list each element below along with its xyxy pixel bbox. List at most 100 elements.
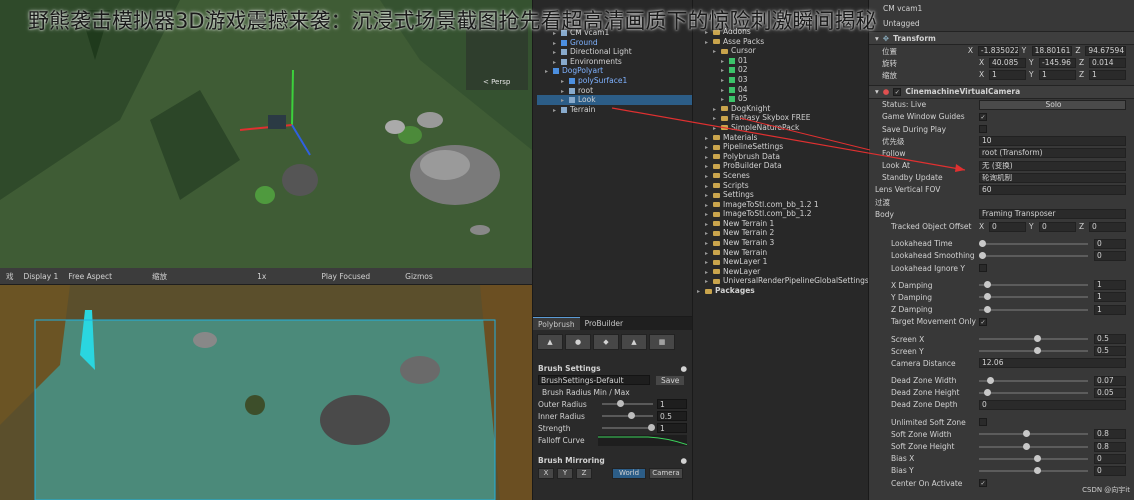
save-button[interactable]: Save	[656, 375, 685, 385]
follow-field[interactable]: root (Transform)	[979, 148, 1126, 159]
hierarchy-item[interactable]: ▸ Directional Light	[537, 47, 692, 57]
project-item[interactable]: ▸ 02	[697, 65, 868, 75]
soft-zone-height-field[interactable]: 0.8	[1094, 441, 1126, 452]
soft-zone-height-slider[interactable]	[979, 442, 1088, 450]
aspect-dropdown[interactable]: Free Aspect	[68, 272, 112, 281]
dead-zone-width-slider[interactable]	[979, 376, 1088, 384]
body-label[interactable]: Body	[875, 210, 979, 219]
scale-x[interactable]: 1	[989, 70, 1026, 81]
bias-y-field[interactable]: 0	[1094, 465, 1126, 476]
bias-x-field[interactable]: 0	[1094, 453, 1126, 464]
x-damping-slider[interactable]	[979, 281, 1088, 289]
lens-field[interactable]: 60	[979, 184, 1126, 195]
texture-mode-icon[interactable]: ▦	[649, 334, 675, 350]
screen-x-slider[interactable]	[979, 335, 1088, 343]
gizmos-button[interactable]: Gizmos	[405, 272, 433, 281]
rotation-x[interactable]: 40.085	[989, 58, 1026, 69]
lookahead-ignore-y-checkbox[interactable]	[979, 264, 987, 273]
hierarchy-item[interactable]: ▸ polySurface1	[537, 76, 692, 86]
project-item[interactable]: ▸ New Terrain	[697, 248, 868, 258]
outer-radius-slider[interactable]	[602, 400, 653, 407]
dead-zone-width-field[interactable]: 0.07	[1094, 375, 1126, 386]
z-damping-field[interactable]: 1	[1094, 304, 1126, 315]
body-dropdown[interactable]: Framing Transposer	[979, 209, 1126, 220]
project-item[interactable]: ▸ 01	[697, 56, 868, 66]
tracked-offset-z[interactable]: 0	[1089, 221, 1126, 232]
z-damping-slider[interactable]	[979, 305, 1088, 313]
bias-y-slider[interactable]	[979, 466, 1088, 474]
mirror-y-button[interactable]: Y	[557, 467, 573, 479]
project-item[interactable]: ▸ New Terrain 2	[697, 228, 868, 238]
brush-preset-dropdown[interactable]: BrushSettings-Default	[538, 375, 650, 385]
position-z[interactable]: 94.67594	[1085, 46, 1127, 57]
bias-x-slider[interactable]	[979, 454, 1088, 462]
project-item[interactable]: ▸ Scripts	[697, 181, 868, 191]
project-item[interactable]: ▸ UniversalRenderPipelineGlobalSettings	[697, 276, 869, 286]
project-item[interactable]: ▸ ImageToStl.com_bb_1.2 1	[697, 200, 868, 210]
project-item[interactable]: ▸ ProBuilder Data	[697, 161, 868, 171]
transition-label[interactable]: 过渡	[875, 197, 972, 208]
lens-label[interactable]: Lens Vertical FOV	[875, 185, 979, 194]
center-on-activate-checkbox[interactable]: ✓	[979, 479, 987, 488]
game-viewport[interactable]	[0, 285, 532, 500]
project-item[interactable]: ▸ 04	[697, 85, 868, 95]
project-item[interactable]: ▸ PipelineSettings	[697, 142, 868, 152]
game-tab-label[interactable]: 戏	[6, 271, 14, 282]
project-item[interactable]: ▸ Cursor	[697, 46, 868, 56]
outer-radius-field[interactable]: 1	[657, 399, 687, 409]
solo-button[interactable]: Solo	[979, 99, 1126, 110]
play-focused-dropdown[interactable]: Play Focused	[321, 272, 370, 281]
inner-radius-slider[interactable]	[602, 412, 653, 419]
scatter-prefab-mode-icon[interactable]: ▲	[621, 334, 647, 350]
standby-update-dropdown[interactable]: 轮询机制	[979, 172, 1126, 183]
lookahead-smoothing-field[interactable]: 0	[1094, 250, 1126, 261]
strength-field[interactable]: 1	[657, 423, 687, 433]
game-view[interactable]	[0, 285, 532, 500]
project-item[interactable]: ▸ Fantasy Skybox FREE	[697, 113, 868, 123]
unlimited-soft-zone-checkbox[interactable]	[979, 418, 987, 427]
hierarchy-item[interactable]: ▸ Look	[537, 95, 692, 105]
enabled-checkbox[interactable]: ✓	[893, 87, 902, 96]
soft-zone-width-field[interactable]: 0.8	[1094, 429, 1126, 440]
game-window-guides-checkbox[interactable]: ✓	[979, 112, 987, 121]
y-damping-slider[interactable]	[979, 293, 1088, 301]
x-damping-field[interactable]: 1	[1094, 280, 1126, 291]
display-dropdown[interactable]: Display 1	[24, 272, 59, 281]
project-item[interactable]: ▸ Scenes	[697, 171, 868, 181]
project-item[interactable]: ▸ 05	[697, 94, 868, 104]
project-item[interactable]: ▸ Materials	[697, 133, 868, 143]
soft-zone-width-slider[interactable]	[979, 430, 1088, 438]
paint-color-mode-icon[interactable]: ◆	[593, 334, 619, 350]
scale-z[interactable]: 1	[1089, 70, 1126, 81]
project-item[interactable]: ▸ NewLayer 1	[697, 257, 868, 267]
look-at-field[interactable]: 无 (变换)	[979, 160, 1126, 171]
hierarchy-item[interactable]: ▸ DogPolyart	[537, 66, 692, 76]
strength-slider[interactable]	[602, 424, 655, 431]
dead-zone-height-slider[interactable]	[979, 388, 1088, 396]
brush-radius-header[interactable]: Brush Radius Min / Max	[542, 388, 630, 397]
raise-lower-mode-icon[interactable]: ▲	[537, 334, 563, 350]
world-space-button[interactable]: World	[612, 467, 646, 479]
scale-y[interactable]: 1	[1039, 70, 1076, 81]
project-item[interactable]: ▸ ImageToStl.com_bb_1.2	[697, 209, 868, 219]
inner-radius-field[interactable]: 0.5	[657, 411, 687, 421]
falloff-curve-field[interactable]	[597, 434, 687, 446]
rotation-y[interactable]: -145.96	[1039, 58, 1076, 69]
project-item[interactable]: ▸ Settings	[697, 190, 868, 200]
mirror-x-button[interactable]: X	[538, 467, 554, 479]
rotation-z[interactable]: 0.014	[1089, 58, 1126, 69]
screen-y-slider[interactable]	[979, 347, 1088, 355]
priority-field[interactable]: 10	[979, 136, 1126, 147]
hierarchy-item[interactable]: ▸ Terrain	[537, 105, 692, 115]
scale-value[interactable]: 1x	[257, 272, 266, 281]
tab-probuilder[interactable]: ProBuilder	[580, 317, 628, 330]
y-damping-field[interactable]: 1	[1094, 292, 1126, 303]
mirror-z-button[interactable]: Z	[576, 467, 592, 479]
tracked-offset-x[interactable]: 0	[989, 221, 1026, 232]
tab-polybrush[interactable]: Polybrush	[533, 317, 580, 330]
project-item[interactable]: ▸ DogKnight	[697, 104, 868, 114]
persp-label[interactable]: < Persp	[483, 78, 511, 86]
lookahead-time-field[interactable]: 0	[1094, 238, 1126, 249]
expand-arrow-icon[interactable]: ▸	[697, 287, 705, 297]
save-during-play-checkbox[interactable]	[979, 125, 987, 134]
